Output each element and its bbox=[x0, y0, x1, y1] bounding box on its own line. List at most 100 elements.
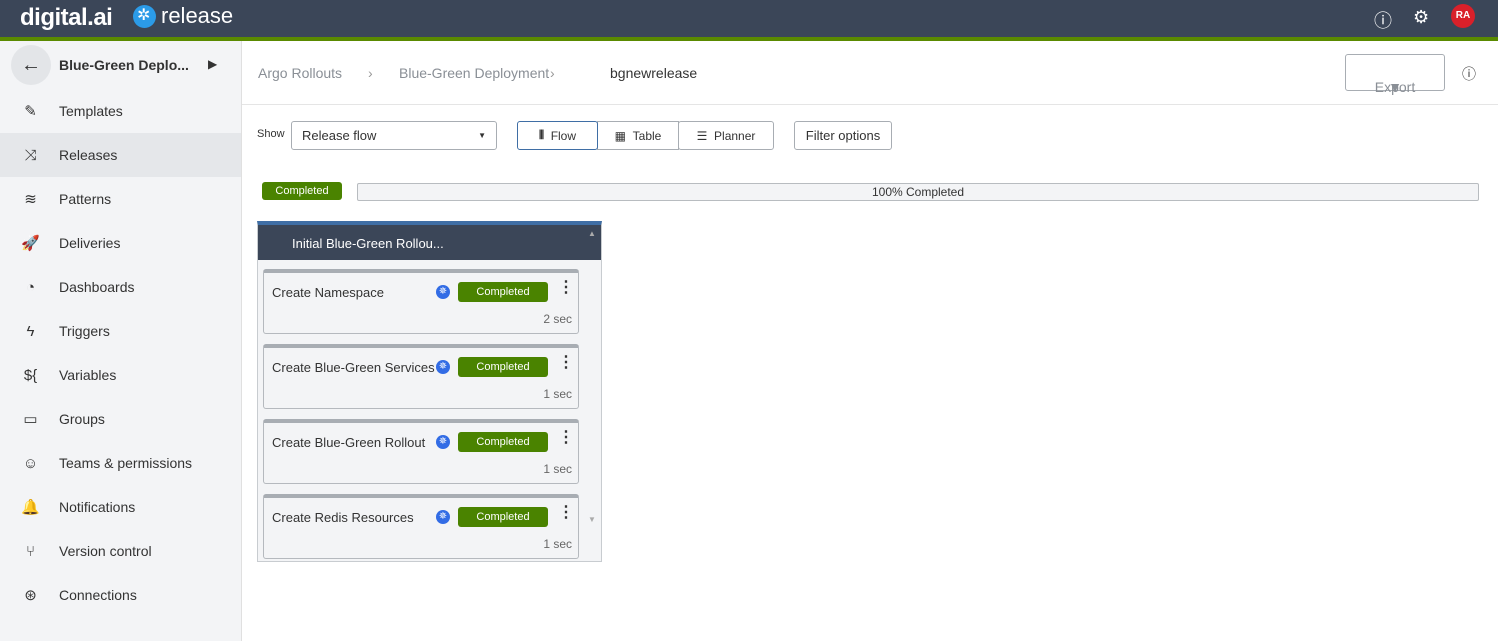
product-logo: release bbox=[133, 3, 233, 29]
breadcrumb-current: bgnewrelease bbox=[610, 65, 698, 81]
kubernetes-icon: ✵ bbox=[436, 435, 450, 449]
release-icon bbox=[133, 4, 156, 28]
table-icon: ▦ bbox=[614, 128, 626, 143]
task-status-badge: Completed bbox=[458, 282, 548, 302]
sidebar-item-label: Notifications bbox=[59, 499, 136, 515]
view-label: Flow bbox=[550, 128, 577, 143]
brand-logo: digital.ai bbox=[20, 4, 113, 31]
breadcrumb-item[interactable]: Blue-Green Deployment bbox=[399, 65, 549, 81]
sidebar-icon: ⤨ bbox=[24, 146, 37, 164]
progress-bar: 100% Completed bbox=[357, 183, 1479, 201]
help-icon[interactable]: ⓘ bbox=[1374, 7, 1392, 33]
sidebar-item-dashboards[interactable]: ◔ Dashboards bbox=[0, 265, 241, 309]
sidebar-item-notifications[interactable]: 🔔 Notifications bbox=[0, 485, 241, 529]
more-menu-icon[interactable]: ⋮ bbox=[558, 505, 574, 521]
sidebar-icon: ✎ bbox=[24, 103, 37, 120]
task-card[interactable]: Create Redis Resources ✵ Completed ⋮ 1 sec bbox=[263, 494, 579, 559]
task-name: Create Redis Resources bbox=[272, 510, 414, 525]
sidebar-item-label: Connections bbox=[59, 587, 137, 603]
sidebar-item-deliveries[interactable]: 🚀 Deliveries bbox=[0, 221, 241, 265]
sidebar-icon: ϟ bbox=[26, 322, 35, 340]
breadcrumb-item[interactable]: Argo Rollouts bbox=[258, 65, 342, 81]
sidebar-item-label: Variables bbox=[59, 367, 117, 383]
sidebar-title: Blue-Green Deplo... bbox=[59, 57, 189, 73]
filter-options-button[interactable]: Filter options bbox=[794, 121, 892, 150]
sidebar-item-releases[interactable]: ⤨ Releases bbox=[0, 133, 241, 177]
sidebar-item-version-control[interactable]: ⑂ Version control bbox=[0, 529, 241, 573]
sidebar-item-label: Templates bbox=[59, 103, 123, 119]
task-duration: 1 sec bbox=[543, 537, 572, 551]
task-duration: 1 sec bbox=[543, 387, 572, 401]
sidebar-item-teams-permissions[interactable]: ☺ Teams & permissions bbox=[0, 441, 241, 485]
chevron-right-icon: › bbox=[368, 65, 373, 81]
view-planner-button[interactable]: ☰ Planner bbox=[678, 121, 774, 150]
show-select-value: Release flow bbox=[302, 128, 377, 143]
sidebar-item-label: Version control bbox=[59, 543, 152, 559]
view-label: Table bbox=[632, 128, 662, 143]
kubernetes-icon: ✵ bbox=[436, 510, 450, 524]
task-status-badge: Completed bbox=[458, 357, 548, 377]
sidebar-item-patterns[interactable]: ≋ Patterns bbox=[0, 177, 241, 221]
phase-column: Initial Blue-Green Rollou... Create Name… bbox=[257, 221, 602, 562]
task-card[interactable]: Create Namespace ✵ Completed ⋮ 2 sec bbox=[263, 269, 579, 334]
task-name: Create Namespace bbox=[272, 285, 384, 300]
kubernetes-icon: ✵ bbox=[436, 360, 450, 374]
view-label: Planner bbox=[714, 128, 756, 143]
breadcrumb: Argo Rollouts › Blue-Green Deployment › … bbox=[242, 41, 1498, 105]
sidebar-icon: ⊛ bbox=[24, 587, 37, 604]
sidebar-item-label: Groups bbox=[59, 411, 105, 427]
sidebar-icon: 🔔 bbox=[21, 499, 40, 516]
expand-arrow-icon[interactable]: ▶ bbox=[208, 57, 217, 71]
task-duration: 2 sec bbox=[543, 312, 572, 326]
sidebar: ← Blue-Green Deplo... ▶ ✎ Templates ⤨ Relea… bbox=[0, 41, 242, 641]
more-menu-icon[interactable]: ⋮ bbox=[558, 355, 574, 371]
export-button[interactable]: Export ▼ bbox=[1345, 54, 1445, 95]
more-menu-icon[interactable]: ⋮ bbox=[558, 430, 574, 446]
more-menu-icon[interactable]: ⋮ bbox=[558, 280, 574, 296]
sidebar-item-templates[interactable]: ✎ Templates bbox=[0, 89, 241, 133]
sidebar-icon: ▭ bbox=[23, 411, 38, 428]
sidebar-item-label: Teams & permissions bbox=[59, 455, 193, 471]
sidebar-icon: ⑂ bbox=[25, 542, 35, 560]
task-duration: 1 sec bbox=[543, 462, 572, 476]
sidebar-item-triggers[interactable]: ϟ Triggers bbox=[0, 309, 241, 353]
help-icon[interactable]: ⓘ bbox=[1462, 64, 1476, 84]
status-badge: Completed bbox=[262, 182, 342, 200]
task-card[interactable]: Create Blue-Green Rollout ✵ Completed ⋮ 1 se… bbox=[263, 419, 579, 484]
gear-icon[interactable]: ⚙ bbox=[1413, 7, 1429, 28]
task-card[interactable]: Create Blue-Green Services ✵ Completed ⋮ 1 s… bbox=[263, 344, 579, 409]
sidebar-item-label: Releases bbox=[59, 147, 118, 163]
sidebar-icon: ☺ bbox=[22, 454, 39, 472]
sidebar-icon: ◔ bbox=[25, 278, 36, 296]
sidebar-item-label: Dashboards bbox=[59, 279, 135, 295]
view-flow-button[interactable]: ⫴ Flow bbox=[517, 121, 598, 150]
show-select[interactable]: Release flow ▼ bbox=[291, 121, 497, 150]
sidebar-item-connections[interactable]: ⊛ Connections bbox=[0, 573, 241, 617]
product-name: release bbox=[161, 3, 234, 28]
scrollbar[interactable]: ▲ ▼ bbox=[588, 229, 598, 529]
back-button[interactable]: ← bbox=[11, 45, 51, 85]
task-name: Create Blue-Green Rollout bbox=[272, 435, 426, 450]
view-table-button[interactable]: ▦ Table bbox=[597, 121, 679, 150]
sidebar-item-label: Triggers bbox=[59, 323, 110, 339]
sidebar-item-label: Patterns bbox=[59, 191, 112, 207]
flow-icon: ⫴ bbox=[538, 128, 545, 142]
task-status-badge: Completed bbox=[458, 507, 548, 527]
sidebar-icon: ${ bbox=[23, 366, 38, 384]
avatar[interactable]: RA bbox=[1451, 4, 1475, 28]
chevron-right-icon: › bbox=[550, 65, 555, 81]
sidebar-icon: ≋ bbox=[24, 191, 37, 208]
sidebar-item-variables[interactable]: ${ Variables bbox=[0, 353, 241, 397]
sidebar-icon: 🚀 bbox=[21, 235, 40, 252]
sidebar-item-groups[interactable]: ▭ Groups bbox=[0, 397, 241, 441]
task-name: Create Blue-Green Services bbox=[272, 360, 435, 375]
caret-down-icon: ▼ bbox=[1388, 79, 1402, 95]
planner-icon: ☰ bbox=[696, 128, 708, 143]
task-status-badge: Completed bbox=[458, 432, 548, 452]
caret-down-icon: ▼ bbox=[478, 131, 486, 140]
phase-title[interactable]: Initial Blue-Green Rollou... bbox=[258, 225, 601, 260]
show-label: Show bbox=[257, 128, 285, 140]
sidebar-item-label: Deliveries bbox=[59, 235, 121, 251]
kubernetes-icon: ✵ bbox=[436, 285, 450, 299]
top-bar: digital.ai release ⓘ ⚙ RA bbox=[0, 0, 1498, 41]
